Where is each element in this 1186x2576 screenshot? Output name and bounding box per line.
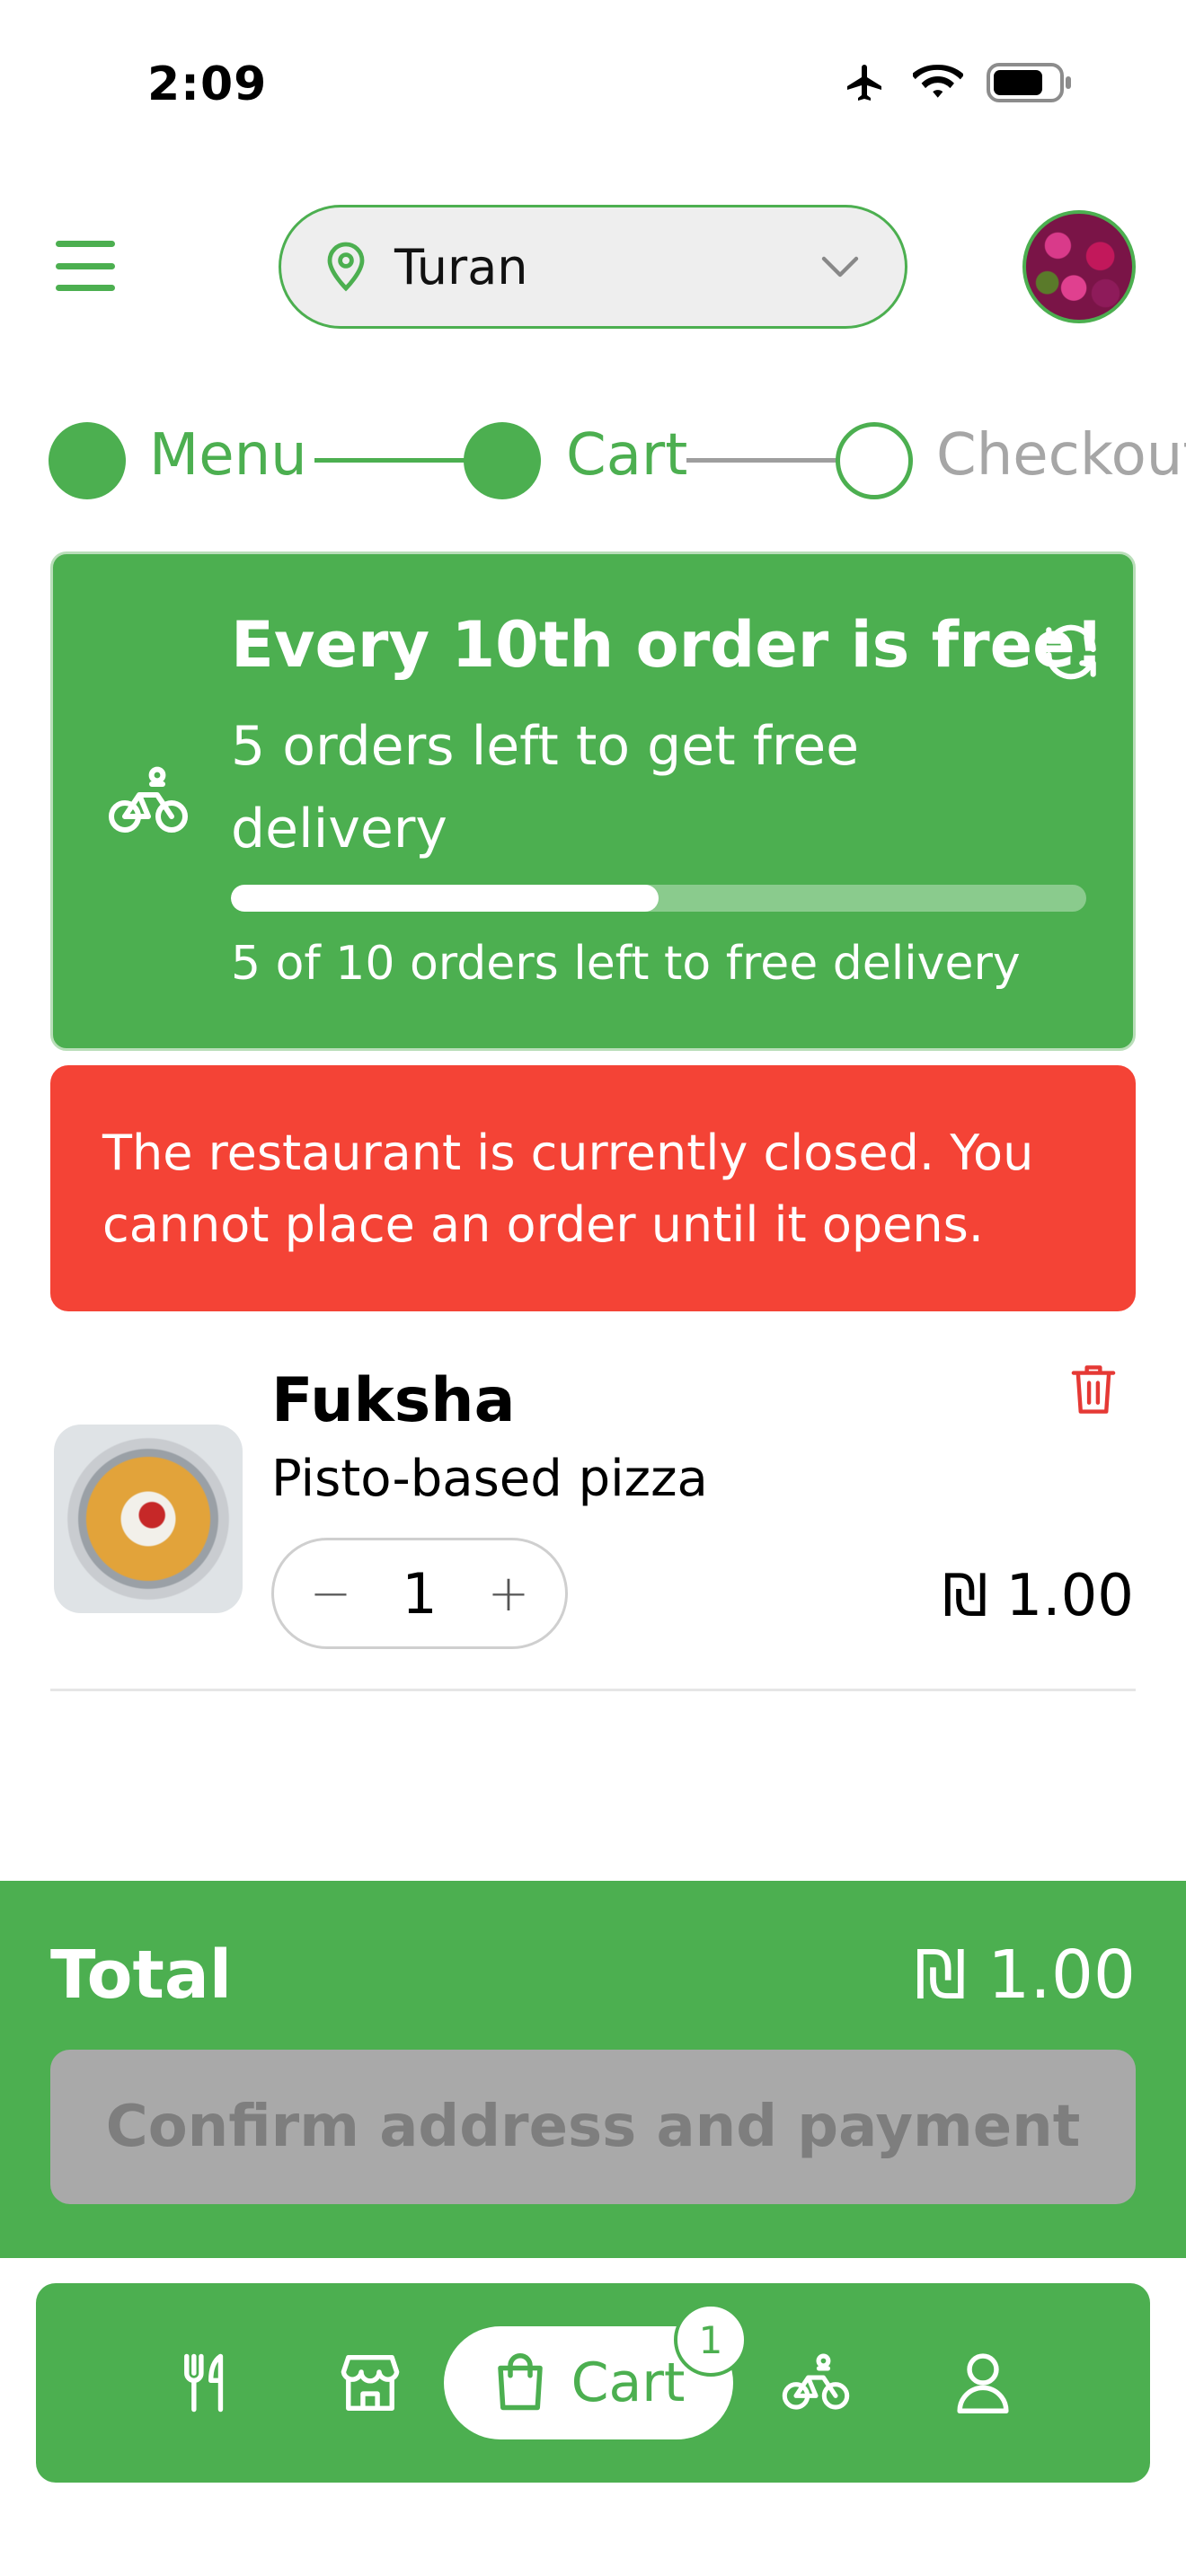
nav-delivery[interactable]	[771, 2283, 861, 2483]
rewards-title: Every 10th order is free!	[231, 608, 1104, 682]
chevron-down-icon	[821, 256, 859, 278]
nav-profile[interactable]	[938, 2283, 1028, 2483]
status-icons	[841, 61, 1073, 104]
avatar[interactable]	[1022, 210, 1136, 323]
fork-knife-icon	[184, 2353, 224, 2413]
user-icon	[957, 2353, 1009, 2413]
location-selector[interactable]: Turan	[279, 205, 907, 329]
rewards-subtitle: 5 orders left to get free delivery	[231, 715, 860, 860]
cart-count-badge: 1	[674, 2303, 748, 2377]
quantity-stepper: − 1 +	[271, 1538, 568, 1649]
step-cart-dot	[464, 422, 541, 499]
rewards-caption: 5 of 10 orders left to free delivery	[231, 937, 1021, 991]
step-checkout-dot	[836, 422, 913, 499]
rewards-progress-fill	[231, 885, 659, 912]
step-cart-label[interactable]: Cart	[566, 422, 687, 489]
step-connector	[686, 458, 839, 463]
quantity-value: 1	[402, 1560, 438, 1627]
rewards-card: Every 10th order is free! 5 orders left …	[50, 551, 1136, 1051]
wifi-icon	[913, 65, 963, 98]
bicycle-icon	[109, 766, 188, 833]
rewards-progress-bar	[231, 885, 1086, 912]
confirm-address-payment-button[interactable]: Confirm address and payment	[50, 2050, 1136, 2204]
total-label: Total	[50, 1936, 233, 2014]
bicycle-icon	[782, 2353, 850, 2410]
location-pin-icon	[327, 242, 365, 292]
hamburger-menu-icon[interactable]	[56, 241, 115, 291]
status-time: 2:09	[147, 57, 268, 111]
bottom-navigation: Cart 1	[36, 2283, 1150, 2483]
step-menu-dot	[49, 422, 126, 499]
store-icon	[341, 2355, 400, 2411]
airplane-icon	[847, 65, 881, 101]
increase-quantity-button[interactable]: +	[486, 1565, 531, 1623]
item-name: Fuksha	[271, 1365, 516, 1436]
nav-menu[interactable]	[164, 2283, 253, 2483]
item-description: Pisto-based pizza	[271, 1450, 708, 1508]
order-summary-panel: Total ₪ 1.00 Confirm address and payment	[0, 1881, 1186, 2258]
total-value: ₪ 1.00	[914, 1936, 1136, 2014]
restaurant-closed-banner: The restaurant is currently closed. You …	[50, 1065, 1136, 1311]
shopping-bag-icon	[497, 2353, 543, 2411]
nav-cart-label: Cart	[571, 2351, 686, 2414]
closed-message: The restaurant is currently closed. You …	[102, 1125, 1034, 1253]
location-label: Turan	[394, 238, 528, 296]
decrease-quantity-button[interactable]: −	[308, 1565, 353, 1623]
step-menu-label[interactable]: Menu	[149, 422, 307, 489]
refresh-icon[interactable]	[1038, 619, 1104, 685]
step-connector	[314, 458, 467, 463]
item-divider	[50, 1689, 1136, 1691]
item-image	[54, 1425, 243, 1613]
trash-icon[interactable]	[1069, 1362, 1118, 1417]
nav-store[interactable]	[325, 2283, 415, 2483]
step-checkout-label[interactable]: Checkout	[936, 422, 1186, 489]
item-price: ₪ 1.00	[942, 1563, 1134, 1629]
battery-icon	[987, 63, 1071, 102]
